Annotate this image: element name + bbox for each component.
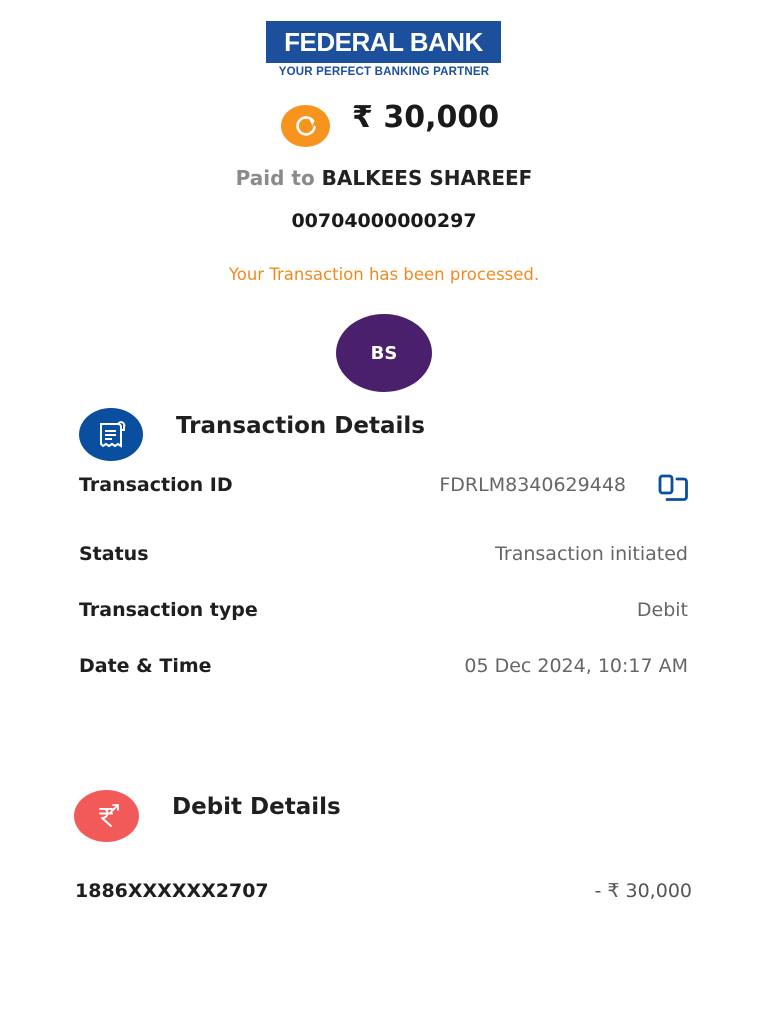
copy-icon[interactable]	[657, 473, 691, 503]
avatar-initials: BS	[370, 342, 398, 364]
debit-account-number: 1886XXXXXX2707	[75, 880, 269, 902]
bank-name: FEDERAL BANK	[284, 26, 483, 57]
payee-account-number: 00704000000297	[291, 210, 477, 232]
paid-to-label: Paid to	[235, 166, 315, 190]
transaction-type-label: Transaction type	[79, 599, 258, 621]
debit-amount: - ₹ 30,000	[594, 880, 692, 902]
transaction-details-heading: Transaction Details	[176, 413, 425, 439]
payee-name: BALKEES SHAREEF	[321, 166, 533, 190]
payee-avatar: BS	[336, 314, 432, 392]
date-time-value: 05 Dec 2024, 10:17 AM	[464, 655, 688, 677]
transaction-id-label: Transaction ID	[79, 474, 233, 496]
rupee-transfer-icon	[74, 790, 139, 842]
date-time-label: Date & Time	[79, 655, 212, 677]
transaction-type-value: Debit	[636, 599, 688, 621]
status-message: Your Transaction has been processed.	[228, 265, 540, 284]
bank-tagline: YOUR PERFECT BANKING PARTNER	[278, 66, 490, 78]
receipt-icon	[79, 408, 143, 461]
status-value: Transaction initiated	[495, 543, 688, 565]
payment-amount: ₹ 30,000	[352, 100, 500, 135]
paid-to-line: Paid to BALKEES SHAREEF	[0, 166, 768, 190]
pending-refresh-icon	[281, 105, 330, 147]
debit-details-heading: Debit Details	[172, 794, 341, 820]
status-label: Status	[79, 543, 149, 565]
transaction-id-value: FDRLM8340629448	[439, 474, 626, 496]
bank-logo: FEDERAL BANK	[266, 21, 501, 63]
